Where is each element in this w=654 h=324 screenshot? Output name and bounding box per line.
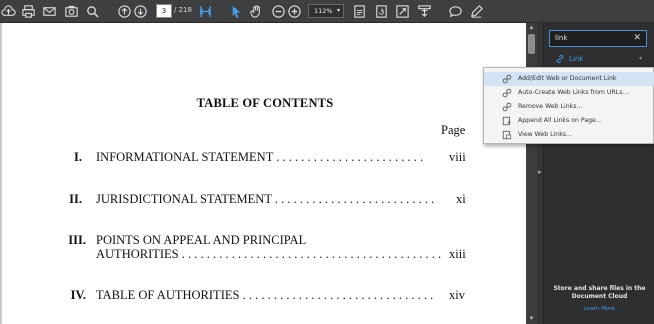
document-viewport[interactable]: TABLE OF CONTENTS Page I. INFORMATIONAL … bbox=[0, 23, 537, 324]
fullscreen-icon[interactable] bbox=[394, 3, 411, 20]
menu-item-label: Auto-Create Web Links from URLs... bbox=[518, 89, 629, 96]
hand-tool-icon[interactable] bbox=[248, 3, 265, 20]
menu-item-remove-links[interactable]: Remove Web Links... bbox=[484, 100, 654, 114]
chevron-down-icon[interactable]: ▾ bbox=[639, 55, 642, 62]
email-icon[interactable] bbox=[41, 3, 58, 20]
pdf-page: TABLE OF CONTENTS Page I. INFORMATIONAL … bbox=[0, 23, 526, 324]
toc-number: I. bbox=[74, 150, 82, 164]
page-number-input[interactable]: 3 bbox=[156, 4, 172, 18]
toc-entry-text: POINTS ON APPEAL AND PRINCIPAL bbox=[96, 233, 307, 247]
main-toolbar: 3 / 218 112% ▾ bbox=[0, 0, 654, 23]
tool-search-input[interactable]: link ✕ bbox=[549, 30, 647, 47]
view-links-icon bbox=[502, 130, 512, 140]
toc-number: II. bbox=[69, 192, 82, 206]
menu-item-auto-create-links[interactable]: Auto-Create Web Links from URLs... bbox=[484, 86, 654, 100]
prev-page-icon[interactable] bbox=[116, 3, 133, 20]
zoom-dropdown-icon: ▾ bbox=[336, 7, 340, 14]
learn-more-link[interactable]: Learn More bbox=[545, 306, 654, 312]
fit-page-icon[interactable] bbox=[197, 3, 214, 20]
zoom-level-dropdown[interactable]: 112% ▾ bbox=[308, 4, 344, 18]
menu-item-view-links[interactable]: View Web Links... bbox=[484, 128, 654, 142]
auto-link-icon bbox=[502, 88, 512, 98]
menu-item-label: Add/Edit Web or Document Link bbox=[518, 75, 617, 82]
toc-number: IV. bbox=[70, 288, 86, 302]
scrollbar-thumb[interactable] bbox=[528, 34, 535, 54]
toc-entry-text: JURISDICTIONAL STATEMENT . . . . . . . .… bbox=[96, 192, 435, 206]
page-title: TABLE OF CONTENTS bbox=[196, 96, 334, 110]
link-edit-icon bbox=[502, 74, 512, 84]
zoom-out-icon[interactable] bbox=[270, 3, 287, 20]
append-links-icon bbox=[502, 116, 511, 126]
tool-search-value: link bbox=[555, 34, 568, 42]
remove-link-icon bbox=[502, 102, 512, 112]
scroll-up-icon[interactable]: ▲ bbox=[528, 24, 535, 32]
toc-page-number: viii bbox=[449, 150, 466, 164]
toc-entry-text: INFORMATIONAL STATEMENT . . . . . . . . … bbox=[96, 150, 424, 164]
menu-item-label: Remove Web Links... bbox=[518, 103, 583, 110]
next-page-icon[interactable] bbox=[132, 3, 149, 20]
cloud-upload-icon[interactable] bbox=[0, 3, 17, 20]
toc-entry-text: AUTHORITIES . . . . . . . . . . . . . . … bbox=[96, 247, 442, 261]
page-total-label: / 218 bbox=[174, 6, 192, 14]
toc-number: III. bbox=[68, 233, 86, 247]
zoom-level-value: 112% bbox=[314, 7, 333, 15]
fit-width-icon[interactable] bbox=[351, 3, 368, 20]
search-icon[interactable] bbox=[84, 3, 101, 20]
comment-icon[interactable] bbox=[447, 3, 464, 20]
scroll-down-icon[interactable]: ▼ bbox=[528, 315, 535, 323]
menu-item-append-links[interactable]: Append All Links on Page... bbox=[484, 114, 654, 128]
page-column-header: Page bbox=[441, 123, 466, 137]
scroll-icon[interactable] bbox=[416, 3, 433, 20]
toc-page-number: xiii bbox=[449, 247, 466, 261]
link-tool-label: Link bbox=[569, 55, 584, 63]
zoom-in-icon[interactable] bbox=[286, 3, 303, 20]
highlight-pen-icon[interactable] bbox=[468, 3, 485, 20]
menu-item-add-edit-link[interactable]: Add/Edit Web or Document Link bbox=[484, 72, 654, 86]
toc-entry-text: TABLE OF AUTHORITIES . . . . . . . . . .… bbox=[96, 288, 434, 302]
select-cursor-icon[interactable] bbox=[228, 3, 245, 20]
toc-page-number: xi bbox=[456, 192, 466, 206]
screenshot-icon[interactable] bbox=[63, 3, 80, 20]
document-cloud-promo: Store and share files in the Document Cl… bbox=[553, 285, 646, 300]
link-icon bbox=[556, 55, 564, 63]
clear-search-icon[interactable]: ✕ bbox=[633, 31, 641, 46]
rotate-icon[interactable] bbox=[373, 3, 390, 20]
collapse-arrow-icon[interactable]: ▸ bbox=[538, 168, 542, 176]
link-options-menu: Add/Edit Web or Document Link Auto-Creat… bbox=[483, 67, 654, 144]
menu-item-label: View Web Links... bbox=[518, 131, 572, 138]
print-icon[interactable] bbox=[20, 3, 37, 20]
toc-page-number: xiv bbox=[449, 288, 465, 302]
link-tool-button[interactable]: Link bbox=[555, 54, 583, 64]
menu-item-label: Append All Links on Page... bbox=[518, 117, 602, 124]
